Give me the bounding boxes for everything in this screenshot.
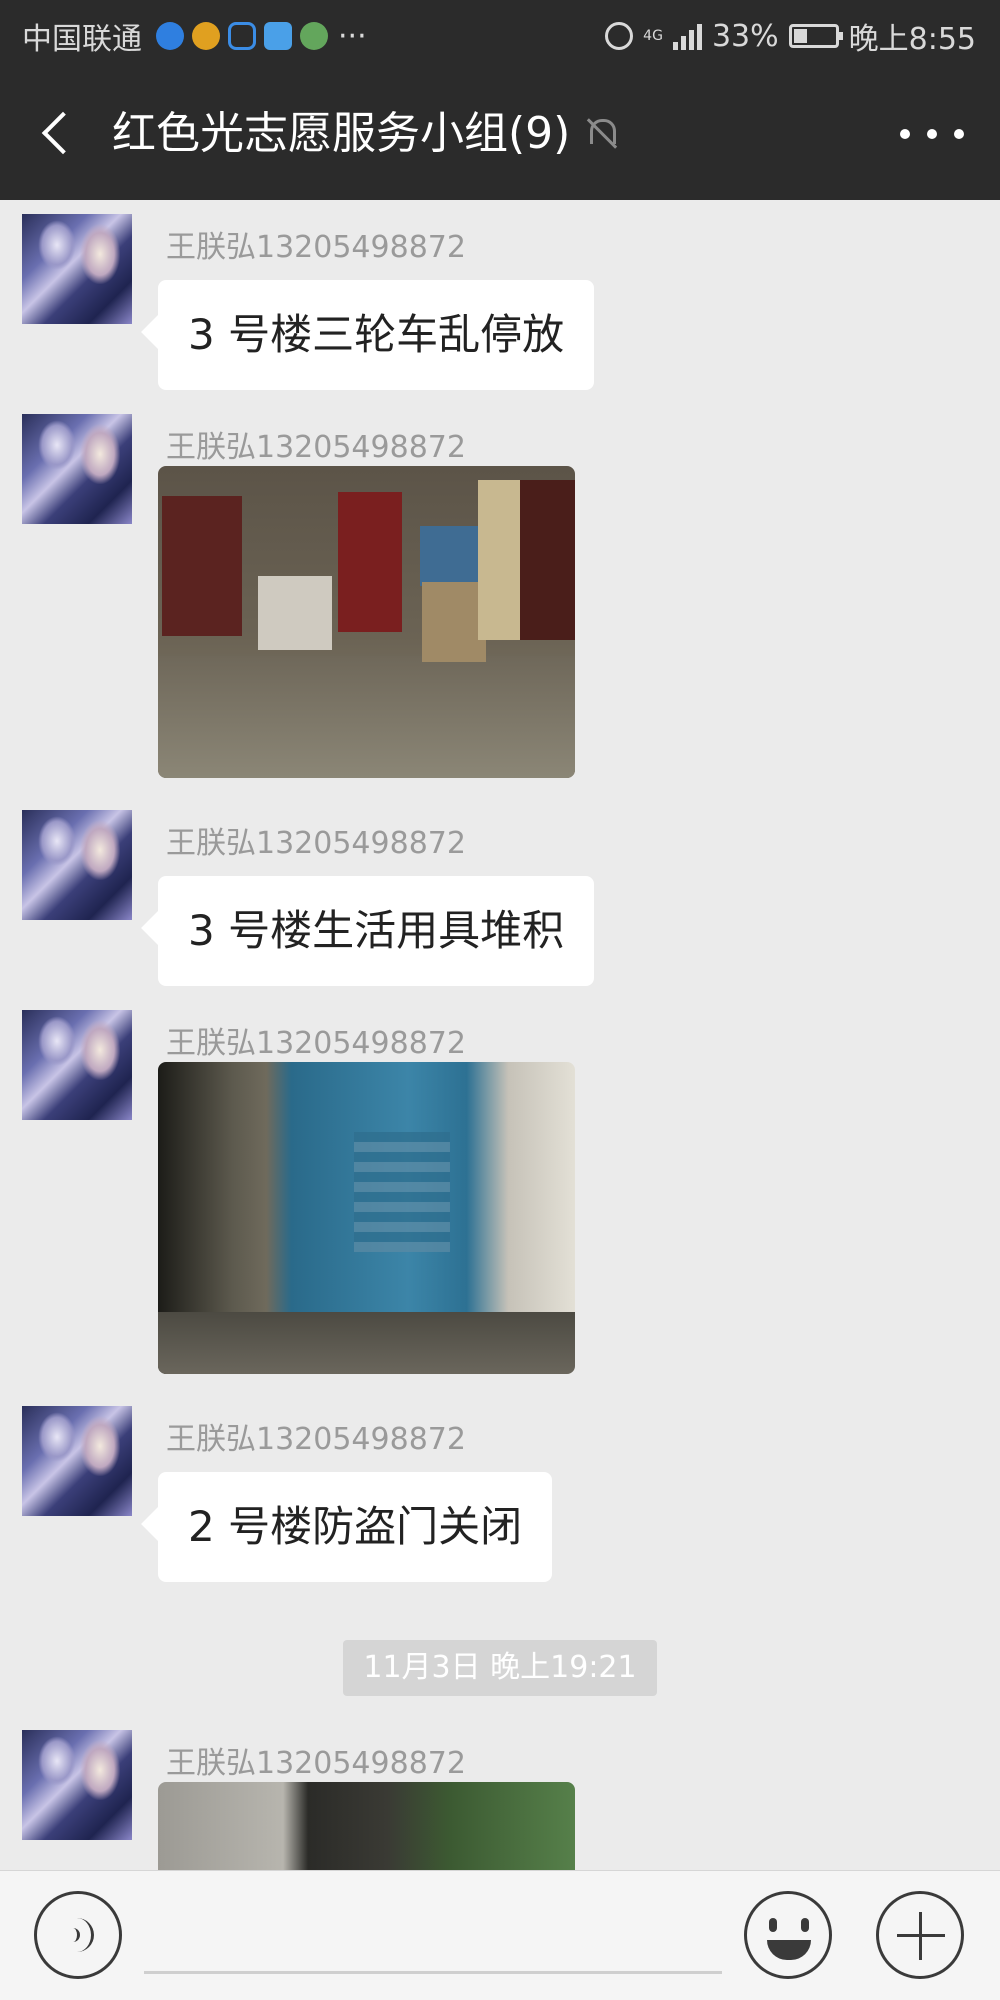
- avatar[interactable]: [22, 414, 132, 524]
- carrier-label: 中国联通: [22, 22, 142, 57]
- image-message[interactable]: [158, 1062, 575, 1374]
- input-bar: [0, 1870, 1000, 2000]
- image-message[interactable]: [158, 1782, 575, 1870]
- network-type: 4G: [643, 28, 663, 44]
- mail-app-icon: [192, 22, 220, 50]
- avatar[interactable]: [22, 1730, 132, 1840]
- status-bar: 中国联通 ··· 4G 33% 晚上8:55: [0, 0, 1000, 68]
- sender-name: 王朕弘13205498872: [166, 430, 466, 465]
- avatar[interactable]: [22, 810, 132, 920]
- lock-app-icon: [228, 22, 256, 50]
- notification-icons: [156, 22, 328, 50]
- plus-icon[interactable]: [876, 1891, 964, 1979]
- battery-fill: [793, 29, 807, 43]
- battery-icon: [788, 24, 843, 48]
- voice-icon[interactable]: [34, 1891, 122, 1979]
- signal-icon: [672, 22, 702, 50]
- more-icon[interactable]: [900, 118, 964, 150]
- shield-app-icon: [156, 22, 184, 50]
- image-message[interactable]: [158, 466, 575, 778]
- message-input[interactable]: [144, 1971, 722, 1974]
- status-right: 4G 33% 晚上8:55: [605, 14, 976, 58]
- avatar[interactable]: [22, 1010, 132, 1120]
- message-bubble[interactable]: 2 号楼防盗门关闭: [158, 1472, 553, 1582]
- overflow-indicator: ···: [338, 18, 367, 54]
- group-name: 红色光志愿服务小组(9): [112, 108, 571, 159]
- chat-title: 红色光志愿服务小组(9): [112, 104, 620, 164]
- avatar[interactable]: [22, 1406, 132, 1516]
- time-divider: 11月3日 晚上19:21: [343, 1640, 657, 1696]
- chat-area[interactable]: 王朕弘13205498872 3 号楼三轮车乱停放 王朕弘13205498872…: [0, 200, 1000, 1870]
- clock: 晚上8:55: [848, 22, 976, 57]
- avatar[interactable]: [22, 214, 132, 324]
- sender-name: 王朕弘13205498872: [166, 1422, 466, 1457]
- alarm-icon: [605, 22, 634, 50]
- card-app-icon: [264, 22, 292, 50]
- sender-name: 王朕弘13205498872: [166, 1026, 466, 1061]
- coin-app-icon: [300, 22, 328, 50]
- sender-name: 王朕弘13205498872: [166, 1746, 466, 1781]
- title-bar: 红色光志愿服务小组(9): [0, 68, 1000, 200]
- message-bubble[interactable]: 3 号楼生活用具堆积: [158, 876, 595, 986]
- battery-percent: 33%: [711, 18, 779, 54]
- mute-icon: [582, 115, 620, 153]
- emoji-icon[interactable]: [744, 1891, 832, 1979]
- back-icon[interactable]: [32, 106, 88, 162]
- message-bubble[interactable]: 3 号楼三轮车乱停放: [158, 280, 595, 390]
- sender-name: 王朕弘13205498872: [166, 230, 466, 265]
- status-left: 中国联通 ···: [22, 14, 367, 58]
- sender-name: 王朕弘13205498872: [166, 826, 466, 861]
